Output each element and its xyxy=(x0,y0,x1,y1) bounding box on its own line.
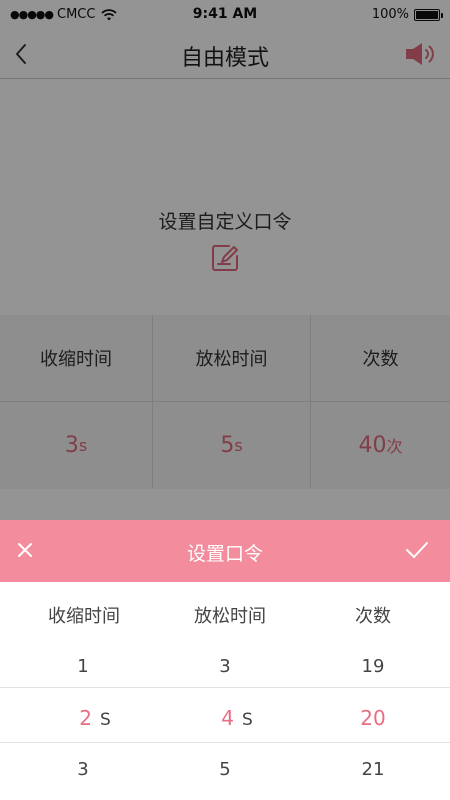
sheet-header: 设置口令 xyxy=(0,520,450,582)
contraction-selected-value: 2 xyxy=(79,706,92,730)
modal-overlay[interactable] xyxy=(0,0,450,520)
picker-selection-bottom-divider xyxy=(0,742,450,743)
sheet-title: 设置口令 xyxy=(186,543,263,565)
contraction-option-below[interactable]: 3 xyxy=(8,759,158,780)
relax-option-above[interactable]: 3 xyxy=(150,656,300,677)
picker-label-relax: 放松时间 xyxy=(194,606,266,627)
picker-label-count: 次数 xyxy=(355,606,391,627)
contraction-option-above[interactable]: 1 xyxy=(8,656,158,677)
command-picker-sheet: 设置口令 收缩时间 放松时间 次数 1 2S 3 3 4S 5 19 20 21 xyxy=(0,520,450,800)
count-option-above[interactable]: 19 xyxy=(298,656,448,677)
contraction-option-selected[interactable]: 2S xyxy=(20,706,170,730)
relax-option-selected[interactable]: 4S xyxy=(162,706,312,730)
count-option-selected[interactable]: 20 xyxy=(298,706,448,730)
relax-selected-unit: S xyxy=(241,710,253,730)
contraction-selected-unit: S xyxy=(99,710,111,730)
screen: ●●●●● CMCC 9:41 AM 100% 自由模式 设置自定义口令 收缩时… xyxy=(0,0,450,800)
relax-selected-value: 4 xyxy=(221,706,234,730)
picker-selection-top-divider xyxy=(0,687,450,688)
picker-label-contraction: 收缩时间 xyxy=(48,606,120,627)
count-option-below[interactable]: 21 xyxy=(298,759,448,780)
check-icon[interactable] xyxy=(404,539,430,561)
relax-option-below[interactable]: 5 xyxy=(150,759,300,780)
